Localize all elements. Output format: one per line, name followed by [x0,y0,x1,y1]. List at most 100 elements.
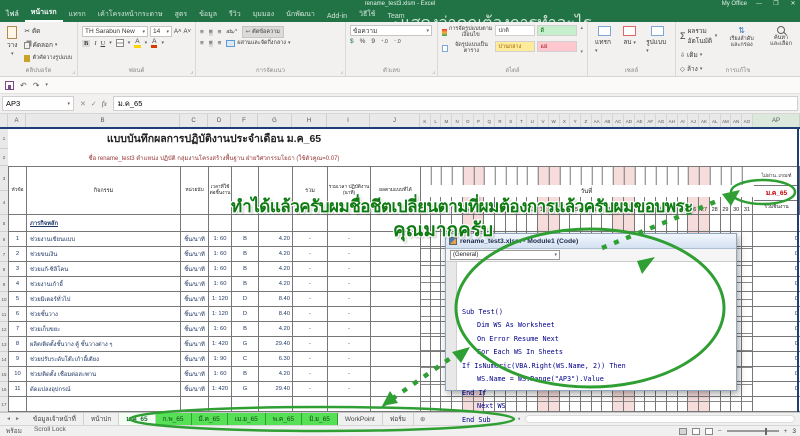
underline-button[interactable]: U [101,40,106,47]
column-header[interactable]: AM [721,114,732,128]
ribbon-tab[interactable]: ข้อมูล [193,8,223,22]
column-header[interactable]: Y [570,114,581,128]
row-header[interactable]: 15 [0,367,8,382]
zoom-in-icon[interactable]: + [784,428,788,435]
merge-center-button[interactable]: ผสานและจัดกึ่งกลาง▾ [226,39,290,47]
column-header[interactable]: AI [678,114,689,128]
row-header[interactable]: 17 [0,397,8,412]
row-header[interactable]: 3 [0,166,8,191]
align-left-icon[interactable]: ≡ [200,40,204,47]
column-header[interactable]: AG [656,114,667,128]
ribbon-tab[interactable]: Add-in [321,12,353,22]
align-center-icon[interactable]: ≡ [209,40,213,47]
column-header[interactable]: AO [742,114,753,128]
conditional-formatting-button[interactable]: การจัดรูปแบบตามเงื่อนไข [442,26,492,38]
row-header[interactable]: 4 [0,191,8,215]
sheet-tab[interactable]: ม.ค_65 [119,413,155,425]
column-header[interactable]: M [441,114,452,128]
sheet-tab[interactable]: WorkPoint [338,413,383,425]
zoom-slider[interactable] [727,430,779,432]
column-header[interactable]: J [370,114,420,128]
row-header[interactable]: 13 [0,337,8,352]
orientation-button[interactable]: ab⤢ [226,29,237,36]
vba-title-bar[interactable]: rename_test3.xlsm - Module1 (Code) [446,234,736,249]
vba-code-area[interactable]: Sub Test()Dim WS As WorksheetOn Error Re… [457,262,736,390]
column-header[interactable]: O [463,114,474,128]
percent-format-button[interactable]: % [360,38,366,45]
column-header[interactable]: AE [635,114,646,128]
delete-cells-button[interactable]: ลบ ▾ [620,25,639,55]
insert-cells-button[interactable]: แทรก ▾ [592,25,616,55]
column-header[interactable]: L [431,114,442,128]
ap3-cell[interactable]: ม.ค_65 [754,185,799,199]
column-header[interactable]: U [527,114,538,128]
column-header[interactable]: AL [710,114,721,128]
row-header[interactable]: 14 [0,352,8,367]
row-header[interactable]: 12 [0,322,8,337]
column-header[interactable]: Q [484,114,495,128]
cell-style-chip[interactable]: ปานกลาง [495,41,535,52]
column-header[interactable]: AK [699,114,710,128]
font-size-select[interactable]: 14▾ [150,26,172,37]
account-name[interactable]: My Office [722,1,747,7]
paste-button[interactable]: วาง▾ [4,25,20,63]
column-header[interactable]: K [420,114,431,128]
qat-customize-icon[interactable]: ▾ [45,82,48,88]
font-dialog-launcher[interactable]: ⌟ [190,68,193,75]
column-header-ap[interactable]: AP [753,114,800,128]
align-right-icon[interactable]: ≡ [218,40,222,47]
shrink-font-button[interactable]: A˅ [184,29,192,35]
row-header[interactable]: 1 [0,128,8,149]
number-format-select[interactable]: ข้อความ▾ [350,25,432,36]
column-header[interactable]: Z [581,114,592,128]
row-header[interactable]: 5 [0,215,8,232]
borders-button[interactable] [116,39,124,47]
copy-button[interactable]: คัดลอก▾ [24,40,72,50]
ribbon-tab[interactable]: สูตร [169,8,194,22]
sheet-tab[interactable]: มี.ค_65 [192,413,228,425]
maximize-button[interactable]: ❐ [771,0,781,7]
row-header[interactable]: 8 [0,262,8,277]
align-top-icon[interactable]: ≡ [200,29,204,36]
column-header[interactable]: I [327,114,370,128]
cell-style-chip[interactable]: ปกติ [495,25,535,36]
insert-function-icon[interactable]: fx [102,100,107,108]
column-header[interactable]: G [258,114,292,128]
fill-button[interactable]: ⇩เติม▾ [680,50,717,60]
accounting-format-button[interactable]: $ [350,38,354,45]
gallery-up-icon[interactable]: ▴ [580,25,583,31]
align-bottom-icon[interactable]: ≡ [218,29,222,36]
autosum-button[interactable]: Σผลรวมอัตโนมัติ▾ [680,26,717,46]
increase-decimal-button[interactable]: ⁺.0 [381,39,388,45]
close-button[interactable]: ✕ [788,0,798,7]
column-header[interactable]: AB [602,114,613,128]
formula-input[interactable]: ม.ค_65 [113,96,798,111]
sheet-tab[interactable]: ข้อมูลเจ้าหน้าที่ [26,413,84,425]
ribbon-tab[interactable]: เค้าโครงหน้ากระดาษ [92,8,169,22]
ribbon-tab[interactable]: แทรก [63,8,92,22]
wrap-text-button[interactable]: ↩ตัดข้อความ [242,26,284,38]
column-header[interactable]: T [517,114,528,128]
column-header[interactable]: AJ [688,114,699,128]
sheet-tab[interactable]: มิ.ย_65 [302,413,338,425]
column-header[interactable]: AH [667,114,678,128]
column-header[interactable]: AC [613,114,624,128]
row-header[interactable]: 10 [0,292,8,307]
minimize-button[interactable]: — [754,1,764,7]
number-dialog-launcher[interactable]: ⌟ [432,68,435,75]
row-header[interactable]: 11 [0,307,8,322]
font-name-select[interactable]: TH Sarabun New▾ [82,26,148,37]
font-color-button[interactable]: A [151,38,157,48]
sheet-tab[interactable]: เม.ย_65 [228,413,266,425]
column-header[interactable]: R [495,114,506,128]
select-all-corner[interactable] [0,114,8,128]
redo-icon[interactable]: ↷ [33,81,40,90]
zoom-label[interactable]: 3 [792,428,796,435]
cell-style-chip[interactable]: ดี [537,25,577,36]
column-header[interactable]: AA [592,114,603,128]
ribbon-tab[interactable]: วิธีใช้ [353,8,381,22]
row-header[interactable]: 6 [0,232,8,247]
zoom-out-icon[interactable]: − [718,428,722,435]
ribbon-tab[interactable]: ไฟล์ [0,8,25,22]
clipboard-dialog-launcher[interactable]: ⌟ [72,68,75,75]
